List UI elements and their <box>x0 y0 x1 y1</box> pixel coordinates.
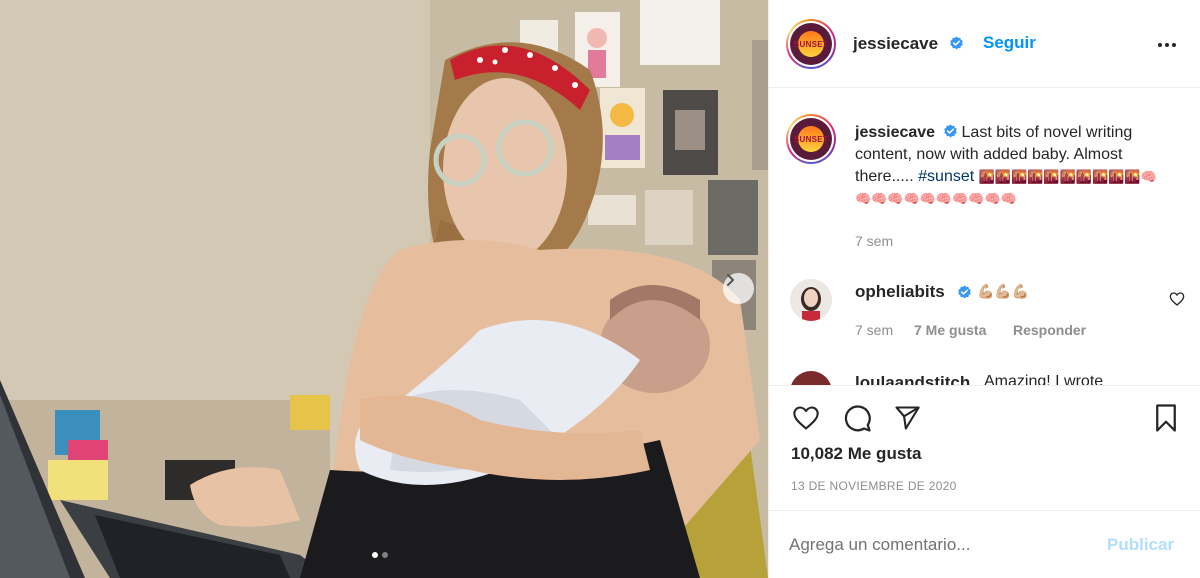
caption-author-avatar[interactable]: SUNSET <box>786 114 836 164</box>
actions-divider <box>769 385 1200 386</box>
comments-list[interactable]: SUNSET jessiecave Last bits of novel wri… <box>769 89 1200 385</box>
post-side-panel: SUNSET jessiecave Seguir SUNSET jessieca… <box>768 0 1200 578</box>
carousel-dot <box>372 552 378 558</box>
paper-plane-icon <box>895 406 920 430</box>
publish-button[interactable]: Publicar <box>1107 535 1174 555</box>
post-caption: jessiecave Last bits of novel writing co… <box>855 122 1185 210</box>
comment-text: Amazing! I wrote <box>984 373 1104 385</box>
carousel-indicator <box>372 552 388 558</box>
likes-count[interactable]: 10,082 Me gusta <box>791 444 921 464</box>
post-photo[interactable] <box>0 0 768 578</box>
comment-likes-link[interactable]: 7 Me gusta <box>914 322 986 338</box>
comment-username[interactable]: loulaandstitch <box>855 373 970 385</box>
post-date[interactable]: 13 DE NOVIEMBRE DE 2020 <box>791 479 957 493</box>
like-comment-heart-icon[interactable] <box>1169 291 1185 307</box>
comment-input[interactable] <box>789 529 1089 561</box>
caption-emoji-row: 🌇🌇🌇🌇🌇🌇🌇🌇🌇🌇🧠 <box>978 169 1157 184</box>
comment-button[interactable] <box>840 401 874 435</box>
verified-badge-icon <box>958 285 971 299</box>
comment-username[interactable]: opheliabits <box>855 282 945 302</box>
caption-emoji-row: 🧠🧠🧠🧠🧠🧠🧠🧠🧠🧠 <box>855 191 1017 206</box>
like-button[interactable] <box>789 401 823 435</box>
comment-bubble-icon <box>844 405 871 432</box>
more-dot <box>1165 43 1169 47</box>
follow-button[interactable]: Seguir <box>983 33 1036 53</box>
comment-text: 💪🏼💪🏼💪🏼 <box>977 283 1030 299</box>
comment-timestamp[interactable]: 7 sem <box>855 322 893 338</box>
avatar-logo-text: SUNSET <box>793 134 829 144</box>
chevron-right-icon <box>727 274 734 286</box>
commenter-avatar[interactable] <box>790 279 832 321</box>
hashtag-link[interactable]: #sunset <box>918 168 974 185</box>
heart-icon <box>793 406 819 430</box>
next-slide-button[interactable] <box>723 273 754 304</box>
commenter-avatar[interactable] <box>790 371 832 385</box>
add-comment-bar: Publicar <box>769 510 1200 578</box>
avatar-logo-text: SUNSET <box>793 39 829 49</box>
post-header: SUNSET jessiecave Seguir <box>769 0 1200 88</box>
caption-username[interactable]: jessiecave <box>855 124 935 141</box>
carousel-dot <box>382 552 388 558</box>
commenter-avatar-image <box>790 279 832 321</box>
caption-timestamp[interactable]: 7 sem <box>855 233 893 249</box>
post-photo-illustration <box>0 0 768 578</box>
save-button[interactable] <box>1149 401 1183 435</box>
more-dot <box>1158 43 1162 47</box>
reply-button[interactable]: Responder <box>1013 322 1086 338</box>
author-avatar[interactable]: SUNSET <box>786 19 836 69</box>
verified-badge-icon <box>943 124 957 138</box>
verified-badge-icon <box>950 36 963 50</box>
author-username[interactable]: jessiecave <box>853 34 938 54</box>
bookmark-icon <box>1156 404 1176 432</box>
more-dot <box>1172 43 1176 47</box>
more-options-button[interactable] <box>1155 38 1179 52</box>
share-button[interactable] <box>890 401 924 435</box>
